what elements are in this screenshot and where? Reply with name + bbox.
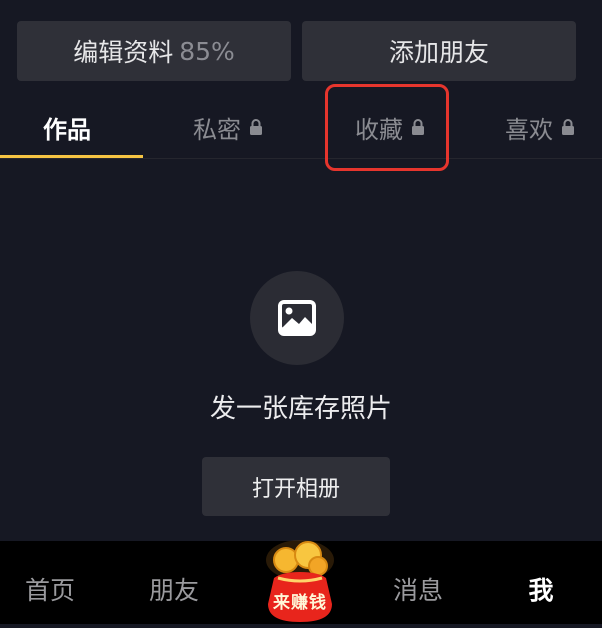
lock-icon	[562, 119, 574, 135]
nav-home[interactable]: 首页	[0, 571, 100, 607]
tab-likes-label: 喜欢	[505, 115, 553, 144]
tab-private-label: 私密	[193, 115, 241, 144]
empty-state-icon-circle	[250, 271, 344, 365]
open-album-button[interactable]: 打开相册	[202, 457, 390, 516]
edit-profile-label: 编辑资料	[73, 38, 174, 67]
image-icon	[278, 300, 316, 336]
annotation-highlight-box	[325, 84, 449, 171]
earn-money-label: 来赚钱	[273, 593, 327, 613]
active-tab-indicator	[0, 155, 143, 158]
tabs-divider	[0, 158, 602, 159]
empty-state-text: 发一张库存照片	[209, 394, 392, 424]
lock-icon	[250, 119, 262, 135]
tab-private[interactable]: 私密	[168, 96, 288, 158]
profile-completion-percent: 85%	[179, 36, 235, 66]
tab-works-label: 作品	[43, 115, 91, 144]
nav-friends[interactable]: 朋友	[124, 571, 224, 607]
earn-money-button[interactable]: 来赚钱	[252, 538, 348, 624]
nav-me[interactable]: 我	[491, 571, 591, 607]
tab-works[interactable]: 作品	[0, 96, 134, 158]
add-friend-button[interactable]: 添加朋友	[302, 21, 576, 81]
nav-messages[interactable]: 消息	[368, 571, 468, 607]
tab-likes[interactable]: 喜欢	[480, 96, 600, 158]
content-tabs: 作品 私密 收藏 喜欢	[0, 96, 602, 158]
edit-profile-button[interactable]: 编辑资料 85%	[17, 21, 291, 81]
